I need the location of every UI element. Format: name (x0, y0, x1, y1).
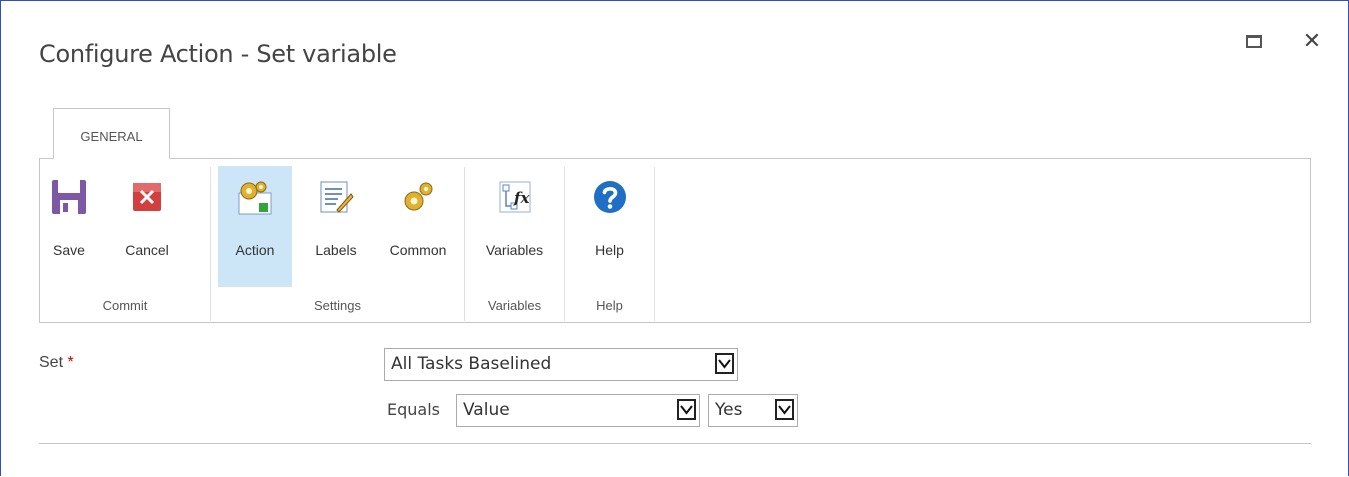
help-label: Help (595, 242, 624, 258)
equals-type-value: Value (463, 400, 510, 420)
common-button[interactable]: Common (376, 166, 460, 287)
labels-label: Labels (315, 242, 357, 258)
ribbon-separator (654, 167, 655, 321)
dialog-frame: Configure Action - Set variable ✕ GENERA… (0, 0, 1349, 476)
variables-fx-icon: fx (499, 181, 530, 213)
ribbon: Save Cancel Commit Action Labels Common … (39, 158, 1311, 323)
common-label: Common (389, 242, 447, 258)
equals-label: Equals (387, 400, 440, 419)
ribbon-group-variables: fx Variables Variables (465, 159, 564, 322)
labels-button[interactable]: Labels (299, 166, 373, 287)
variables-label: Variables (485, 242, 544, 258)
cancel-icon (133, 183, 161, 211)
svg-text:fx: fx (513, 189, 530, 207)
ribbon-group-label-variables: Variables (487, 298, 542, 313)
ribbon-group-label-commit: Commit (102, 298, 148, 313)
close-icon[interactable]: ✕ (1301, 31, 1323, 53)
action-label: Action (235, 242, 275, 258)
form-divider (39, 443, 1311, 444)
required-marker: * (67, 354, 74, 371)
set-variable-value: All Tasks Baselined (391, 354, 552, 374)
set-label-text: Set (39, 354, 64, 371)
variables-button[interactable]: fx Variables (469, 166, 560, 287)
chevron-down-icon[interactable] (715, 353, 734, 374)
help-icon (593, 181, 626, 213)
labels-pencil-icon (320, 181, 354, 213)
equals-value-select[interactable]: Yes (708, 394, 798, 427)
chevron-down-icon[interactable] (677, 399, 696, 420)
help-button[interactable]: Help (570, 166, 649, 287)
save-label: Save (53, 242, 85, 258)
ribbon-group-label-help: Help (596, 298, 623, 313)
save-button[interactable]: Save (47, 166, 91, 287)
equals-type-select[interactable]: Value (456, 394, 700, 427)
set-variable-select[interactable]: All Tasks Baselined (384, 348, 738, 381)
maximize-icon[interactable] (1244, 31, 1266, 53)
set-field-label: Set * (39, 354, 74, 372)
cancel-label: Cancel (125, 242, 169, 258)
tab-general[interactable]: GENERAL (53, 108, 170, 159)
dialog-title: Configure Action - Set variable (39, 40, 397, 68)
ribbon-group-label-settings: Settings (314, 298, 361, 313)
save-icon (52, 180, 86, 214)
common-gears-icon (404, 182, 433, 211)
equals-value: Yes (715, 400, 743, 420)
ribbon-group-settings: Action Labels Common Settings (211, 159, 464, 322)
chevron-down-icon[interactable] (775, 399, 794, 420)
cancel-button[interactable]: Cancel (95, 166, 199, 287)
action-gears-icon (238, 181, 272, 215)
action-button[interactable]: Action (218, 166, 292, 287)
ribbon-group-help: Help Help (565, 159, 654, 322)
ribbon-group-commit: Save Cancel Commit (40, 159, 210, 322)
